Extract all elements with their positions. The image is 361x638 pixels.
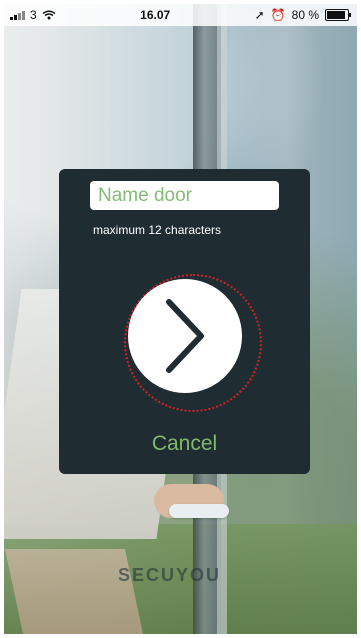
status-time: 16.07	[140, 8, 171, 22]
status-left: 3	[4, 8, 56, 22]
location-icon: ➚	[254, 8, 265, 22]
carrier-label: 3	[30, 8, 37, 22]
status-bar: 3 16.07 ➚ ⏰ 80 %	[4, 4, 357, 26]
character-limit-hint: maximum 12 characters	[93, 223, 222, 237]
battery-icon	[325, 9, 351, 21]
door-name-input[interactable]	[90, 181, 279, 210]
signal-icon	[10, 10, 25, 20]
status-right: ➚ ⏰ 80 %	[255, 8, 357, 22]
garden-path	[4, 549, 144, 634]
chevron-right-icon	[166, 299, 204, 373]
door-handle	[169, 504, 229, 518]
brand-logo-watermark: SECUYOU	[118, 565, 222, 585]
cancel-button[interactable]: Cancel	[59, 432, 310, 456]
next-button[interactable]	[128, 279, 242, 393]
alarm-icon: ⏰	[270, 8, 286, 22]
wifi-icon	[42, 10, 56, 20]
battery-percent: 80 %	[291, 8, 319, 22]
